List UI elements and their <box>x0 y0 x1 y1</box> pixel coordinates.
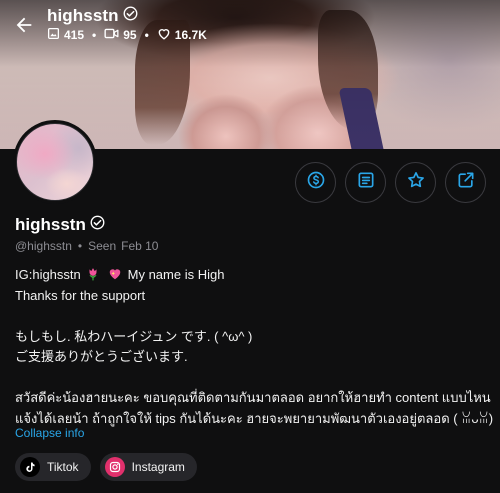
verified-badge-icon <box>90 215 105 235</box>
instagram-icon <box>104 457 125 477</box>
bio-line: もしもし. 私わハーイジュン です. ( ^ω^ ) <box>15 328 253 344</box>
posts-count: 415 <box>47 27 84 43</box>
profile-actions <box>295 162 486 203</box>
heart-icon <box>157 27 171 43</box>
bio-line: ご支援ありがとうございます. <box>15 349 188 364</box>
dollar-circle-icon <box>306 170 326 195</box>
profile-bio: IG:highsstn My name is High Thanks for t… <box>15 265 494 429</box>
share-icon <box>456 170 476 195</box>
social-link-instagram[interactable]: Instagram <box>99 453 197 481</box>
share-button[interactable] <box>445 162 486 203</box>
videos-count: 95 <box>104 27 137 43</box>
page-title: highsstn <box>47 6 119 25</box>
profile-meta: @highsstn • Seen Feb 10 <box>15 239 159 253</box>
star-icon <box>406 170 426 195</box>
image-icon <box>47 27 60 43</box>
bio-line: แจ้งได้เลยน้า ถ้าถูกใจให้ tips กันได้นะค… <box>15 410 494 426</box>
profile-name-row: highsstn <box>15 215 105 235</box>
avatar[interactable] <box>13 120 97 204</box>
bio-line: สวัสดีค่ะน้องฮายนะคะ ขอบคุณที่ติดตามกันม… <box>15 390 491 405</box>
bio-line: Thanks for the support <box>15 287 146 303</box>
handle: @highsstn <box>15 239 72 253</box>
verified-badge-icon <box>123 6 138 26</box>
tulip-emoji-icon <box>86 267 100 281</box>
tip-button[interactable] <box>295 162 336 203</box>
social-link-tiktok[interactable]: Tiktok <box>15 453 91 481</box>
message-button[interactable] <box>345 162 386 203</box>
likes-count: 16.7K <box>157 27 207 43</box>
favorite-button[interactable] <box>395 162 436 203</box>
social-links: Tiktok Instagram <box>15 453 197 481</box>
tiktok-icon <box>20 457 40 477</box>
collapse-info-link[interactable]: Collapse info <box>15 426 84 440</box>
message-icon <box>356 170 376 195</box>
profile-stats: 415 • 95 • 16.7K <box>47 27 207 43</box>
seen-date: Feb 10 <box>121 239 159 253</box>
avatar-image <box>16 123 94 201</box>
header-title-row: highsstn <box>47 6 138 26</box>
back-arrow-icon[interactable] <box>13 14 35 36</box>
seen-label: Seen <box>88 239 117 253</box>
display-name: highsstn <box>15 215 86 234</box>
bio-line: IG:highsstn My name is High <box>15 267 225 282</box>
sparkling-heart-emoji-icon <box>108 267 122 281</box>
video-icon <box>104 27 119 43</box>
